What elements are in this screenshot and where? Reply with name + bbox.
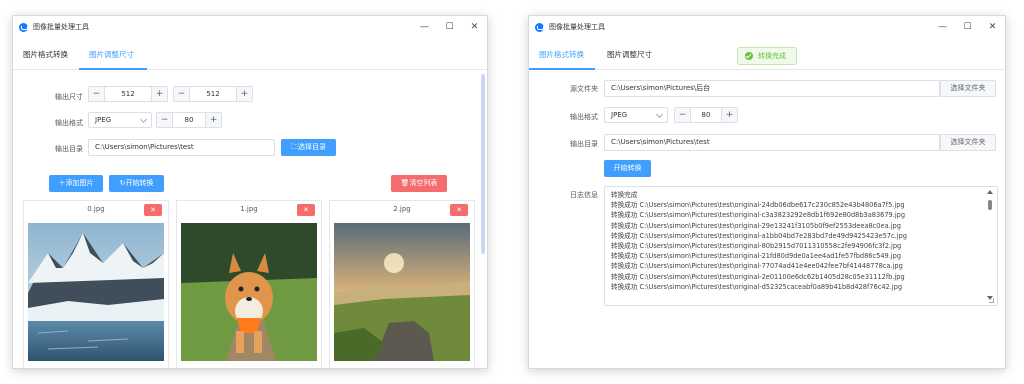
source-folder-input[interactable]: C:\Users\simon\Pictures\后台	[604, 80, 940, 97]
delete-image-button[interactable]: ✕	[450, 204, 468, 216]
log-line: 转换成功 C:\Users\simon\Pictures\test\origin…	[611, 201, 905, 210]
log-lines: 转换完成转换成功 C:\Users\simon\Pictures\test\or…	[605, 187, 997, 292]
log-line: 转换成功 C:\Users\simon\Pictures\test\origin…	[611, 252, 902, 261]
image-thumbnail	[28, 223, 164, 361]
folder-icon: 🗀	[291, 143, 298, 151]
tab-format-convert[interactable]: 图片格式转换	[539, 40, 584, 70]
height-value[interactable]: 512	[190, 87, 236, 101]
scroll-thumb[interactable]	[988, 200, 992, 210]
output-format-label: 输出格式	[55, 119, 83, 127]
title-bar: 图像批量处理工具 — ☐ ✕	[13, 16, 487, 38]
log-line: 转换成功 C:\Users\simon\Pictures\test\origin…	[611, 272, 905, 281]
log-label: 日志信息	[570, 191, 598, 199]
minimize-button[interactable]: —	[930, 16, 955, 38]
width-value[interactable]: 512	[105, 87, 151, 101]
image-card: 1.jpg ✕	[176, 200, 322, 368]
quality-value[interactable]: 80	[173, 113, 205, 127]
title-bar: 图像批量处理工具 — ☐ ✕	[529, 16, 1005, 38]
maximize-button[interactable]: ☐	[955, 16, 980, 38]
choose-dir-button[interactable]: 🗀选择目录	[281, 139, 336, 156]
output-size-label: 输出尺寸	[55, 93, 83, 101]
delete-image-button[interactable]: ✕	[144, 204, 162, 216]
active-tab-indicator	[529, 68, 595, 70]
increment-button[interactable]: +	[721, 108, 737, 122]
log-line: 转换成功 C:\Users\simon\Pictures\test\origin…	[611, 262, 903, 271]
log-scrollbar[interactable]	[987, 190, 993, 300]
increment-button[interactable]: +	[151, 87, 167, 101]
output-dir-input[interactable]: C:\Users\simon\Pictures\test	[88, 139, 275, 156]
log-line: 转换成功 C:\Users\simon\Pictures\test\origin…	[611, 211, 906, 220]
window-title: 图像批量处理工具	[33, 23, 89, 31]
app-icon	[535, 22, 544, 32]
output-dir-label: 输出目录	[55, 145, 83, 153]
log-line: 转换成功 C:\Users\simon\Pictures\test\origin…	[611, 221, 901, 230]
chevron-down-icon	[139, 115, 148, 124]
output-format-label: 输出格式	[570, 113, 598, 121]
format-value: JPEG	[611, 111, 628, 119]
increment-button[interactable]: +	[205, 113, 221, 127]
success-toast: 转换完成	[737, 47, 797, 65]
format-select[interactable]: JPEG	[604, 107, 668, 123]
log-line: 转换成功 C:\Users\simon\Pictures\test\origin…	[611, 241, 902, 250]
minimize-button[interactable]: —	[412, 16, 437, 38]
output-dir-input[interactable]: C:\Users\simon\Pictures\test	[604, 134, 940, 151]
log-textarea[interactable]: 转换完成转换成功 C:\Users\simon\Pictures\test\or…	[604, 186, 998, 306]
log-line: 转换成功 C:\Users\simon\Pictures\test\origin…	[611, 282, 903, 291]
tab-resize[interactable]: 图片调整尺寸	[607, 40, 652, 70]
quality-stepper[interactable]: − 80 +	[156, 112, 222, 128]
decrement-button[interactable]: −	[174, 87, 190, 101]
app-icon	[19, 22, 28, 32]
format-value: JPEG	[95, 116, 112, 124]
width-stepper[interactable]: − 512 +	[88, 86, 168, 102]
choose-source-folder-button[interactable]: 选择文件夹	[940, 80, 996, 97]
decrement-button[interactable]: −	[89, 87, 105, 101]
check-circle-icon	[745, 52, 753, 60]
source-folder-label: 源文件夹	[570, 85, 598, 93]
image-card: 0.jpg ✕	[23, 200, 169, 368]
log-line: 转换完成	[611, 191, 638, 199]
quality-stepper[interactable]: − 80 +	[674, 107, 738, 123]
decrement-button[interactable]: −	[675, 108, 691, 122]
clear-list-button[interactable]: 🗑清空列表	[391, 175, 447, 192]
window-title: 图像批量处理工具	[549, 23, 605, 31]
scroll-up-arrow-icon[interactable]	[987, 190, 993, 194]
chevron-down-icon	[655, 110, 664, 119]
choose-output-folder-button[interactable]: 选择文件夹	[940, 134, 996, 151]
resize-window: 图像批量处理工具 — ☐ ✕ 图片格式转换 图片调整尺寸 输出尺寸 − 512 …	[12, 15, 488, 369]
quality-value[interactable]: 80	[691, 108, 721, 122]
tab-resize[interactable]: 图片调整尺寸	[89, 40, 134, 70]
increment-button[interactable]: +	[236, 87, 252, 101]
log-line: 转换成功 C:\Users\simon\Pictures\test\origin…	[611, 231, 907, 240]
toast-message: 转换完成	[758, 52, 786, 60]
maximize-button[interactable]: ☐	[437, 16, 462, 38]
image-thumbnail	[334, 223, 470, 361]
format-select[interactable]: JPEG	[88, 112, 152, 128]
resize-grip-icon[interactable]	[989, 298, 994, 303]
plus-icon: ＋	[58, 179, 66, 187]
decrement-button[interactable]: −	[157, 113, 173, 127]
tab-format-convert[interactable]: 图片格式转换	[23, 40, 68, 70]
active-tab-indicator	[79, 68, 147, 70]
start-convert-button[interactable]: ↻开始转换	[109, 175, 164, 192]
scrollbar[interactable]	[481, 74, 485, 254]
height-stepper[interactable]: − 512 +	[173, 86, 253, 102]
delete-image-button[interactable]: ✕	[297, 204, 315, 216]
image-thumbnail	[181, 223, 317, 361]
add-images-button[interactable]: ＋添加图片	[49, 175, 103, 192]
close-button[interactable]: ✕	[462, 16, 487, 38]
start-convert-button[interactable]: 开始转换	[604, 160, 651, 177]
image-card: 2.jpg ✕	[329, 200, 475, 368]
close-button[interactable]: ✕	[980, 16, 1005, 38]
output-dir-label: 输出目录	[570, 140, 598, 148]
tab-bar: 图片格式转换 图片调整尺寸	[13, 40, 487, 70]
